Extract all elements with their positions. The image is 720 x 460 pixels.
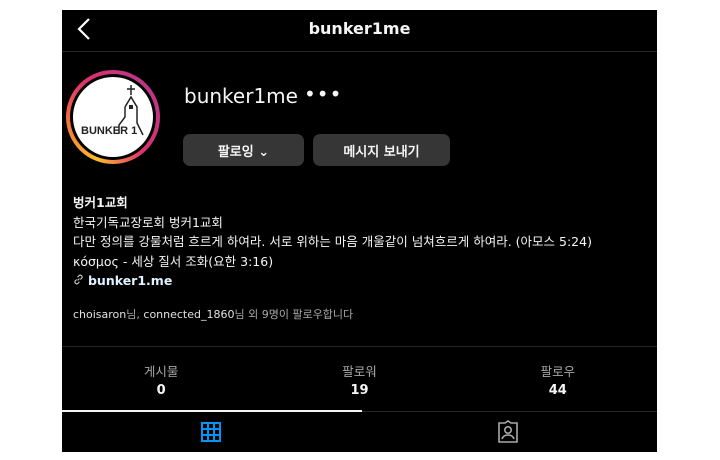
stat-label: 게시물 xyxy=(143,364,179,379)
tagged-person-icon xyxy=(498,420,519,443)
stat-following[interactable]: 팔로우 44 xyxy=(459,347,657,411)
bio-line: 다만 정의를 강물처럼 흐르게 하여라. 서로 위하는 마음 개울같이 넘쳐흐르… xyxy=(73,234,592,249)
avatar-logo-text: BUNKER 1 xyxy=(81,125,138,137)
bio: 벙커1교회 한국기독교장로회 벙커1교회 다만 정의를 강물처럼 흐르게 하여라… xyxy=(73,193,592,291)
stat-followers[interactable]: 팔로워 19 xyxy=(260,347,458,411)
website-link-text[interactable]: bunker1.me xyxy=(88,273,172,288)
tab-tagged[interactable] xyxy=(360,412,658,452)
stat-value: 44 xyxy=(548,383,567,398)
bio-line: κόσμος - 세상 질서 조화(요한 3:16) xyxy=(73,253,274,269)
website-link[interactable]: bunker1.me xyxy=(73,271,592,291)
page-title: bunker1me xyxy=(308,19,411,38)
following-button[interactable]: 팔로잉 ⌄ xyxy=(183,134,304,166)
stat-posts[interactable]: 게시물 0 xyxy=(62,347,260,411)
follower-name[interactable]: choisaron xyxy=(73,308,126,321)
username: bunker1me xyxy=(184,84,298,108)
follower-name[interactable]: connected_1860 xyxy=(143,308,234,321)
followed-by-rest: 님 외 9명이 팔로우합니다 xyxy=(234,308,354,321)
content-tabs xyxy=(62,412,657,452)
followed-by[interactable]: choisaron님, connected_1860님 외 9명이 팔로우합니다 xyxy=(73,306,353,322)
send-message-button[interactable]: 메시지 보내기 xyxy=(313,134,450,166)
stat-label: 팔로워 xyxy=(342,364,377,379)
separator: 님, xyxy=(126,308,144,321)
bio-line: 한국기독교장로회 벙커1교회 xyxy=(73,214,223,230)
display-name: 벙커1교회 xyxy=(73,195,128,210)
top-bar: bunker1me xyxy=(62,10,657,52)
tab-posts-grid[interactable] xyxy=(62,412,360,452)
stat-value: 19 xyxy=(350,383,369,398)
link-icon xyxy=(74,274,83,285)
stats-bar: 게시물 0 팔로워 19 팔로우 44 xyxy=(62,346,657,412)
avatar[interactable]: BUNKER 1 xyxy=(66,70,160,164)
church-logo-icon xyxy=(118,85,144,136)
more-options-button[interactable]: ••• xyxy=(304,82,342,106)
profile-page: bunker1me BUNKER 1 bunker1me ••• 팔로잉 ⌄ 메… xyxy=(62,10,657,452)
stat-label: 팔로우 xyxy=(540,364,576,379)
grid-icon xyxy=(200,422,221,442)
stat-value: 0 xyxy=(156,383,166,398)
